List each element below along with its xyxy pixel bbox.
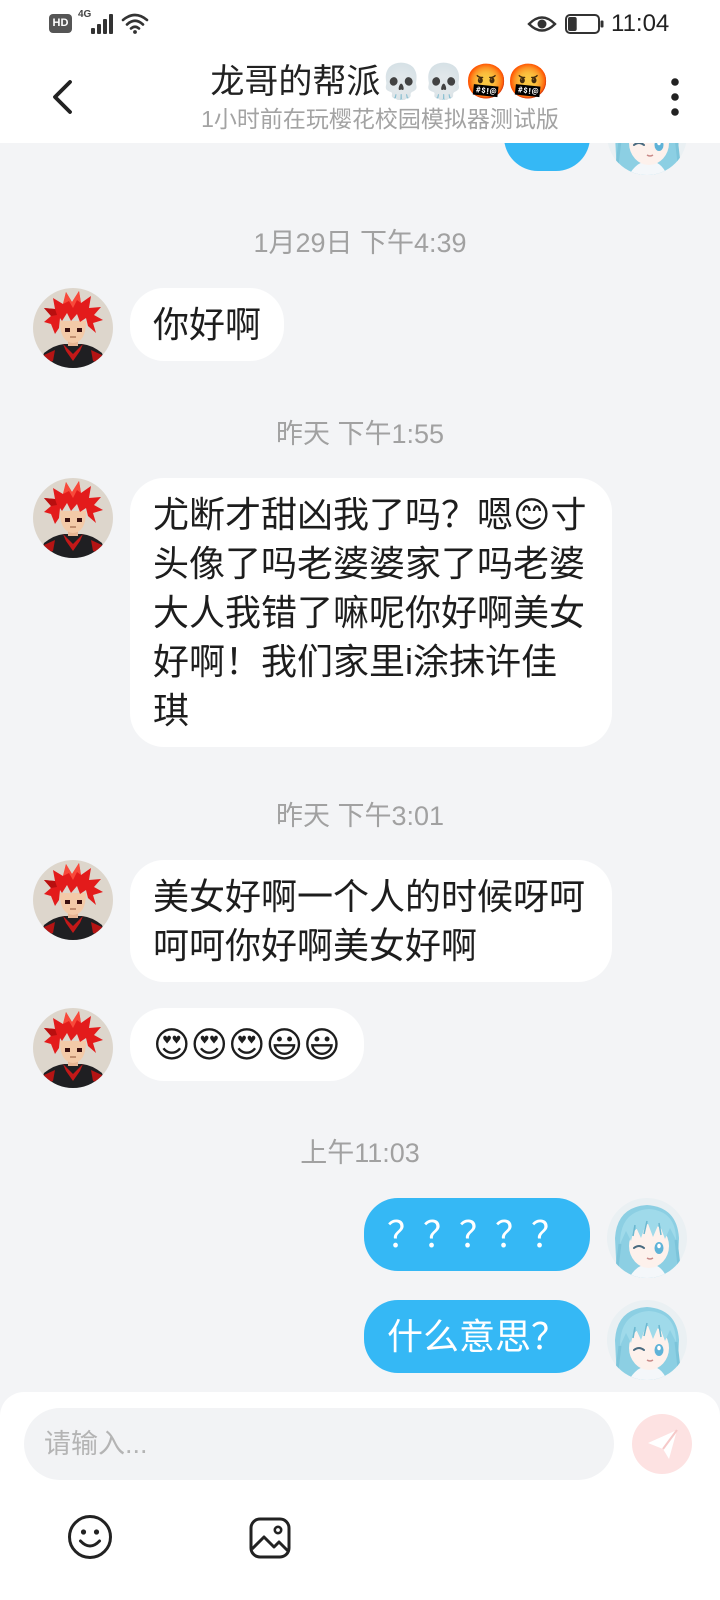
timestamp: 1月29日 下午4:39 xyxy=(253,228,467,258)
timestamp: 上午11:03 xyxy=(300,1138,420,1168)
title-block: 龙哥的帮派💀💀🤬🤬 1小时前在玩樱花校园模拟器测试版 xyxy=(140,51,620,143)
avatar[interactable] xyxy=(607,1300,687,1380)
status-time: 11:04 xyxy=(611,10,670,37)
image-button[interactable] xyxy=(248,1516,292,1560)
message-bubble[interactable]: 美女好啊一个人的时候呀呵呵呵你好啊美女好啊 xyxy=(130,860,612,982)
composer xyxy=(0,1392,720,1600)
emoji-button[interactable] xyxy=(67,1514,113,1560)
avatar-image xyxy=(607,143,687,175)
signal-bar xyxy=(103,19,107,34)
more-vertical-icon xyxy=(671,78,679,116)
signal-icon xyxy=(91,14,113,34)
image-icon xyxy=(249,1517,291,1559)
back-button[interactable] xyxy=(43,77,83,117)
message-text: 什么意思？ xyxy=(386,1316,567,1357)
message-text: ？？？？？ xyxy=(386,1214,567,1255)
battery-icon xyxy=(565,14,604,34)
signal-bar xyxy=(91,28,95,34)
smiley-icon xyxy=(68,1515,112,1559)
message-text: 美女好啊一个人的时候呀呵呵呵你好啊美女好啊 xyxy=(153,876,586,966)
avatar[interactable] xyxy=(33,288,113,368)
hd-badge: HD xyxy=(49,14,72,33)
network-label: 4G xyxy=(78,9,92,20)
message-bubble[interactable]: 什么意思？ xyxy=(363,1300,590,1373)
chat-area[interactable]: 1月29日 下午4:39 你好啊 昨天 下午1:55 尤断才甜凶我了吗？嗯😊寸头… xyxy=(0,143,720,1392)
chat-title: 龙哥的帮派💀💀🤬🤬 xyxy=(210,63,550,101)
avatar[interactable] xyxy=(33,860,113,940)
message-input-field[interactable] xyxy=(24,1408,614,1480)
avatar[interactable] xyxy=(607,1198,687,1278)
send-button[interactable] xyxy=(632,1414,692,1474)
message-bubble[interactable]: 尤断才甜凶我了吗？嗯😊寸头像了吗老婆婆家了吗老婆大人我错了嘛呢你好啊美女好啊！我… xyxy=(130,478,612,747)
message-text: 😍😍😍😃😃 xyxy=(153,1024,341,1065)
wifi-icon xyxy=(121,13,149,34)
message-bubble[interactable]: 😍😍😍😃😃 xyxy=(130,1008,364,1081)
message-input[interactable] xyxy=(24,1408,614,1480)
message-bubble[interactable] xyxy=(504,143,590,171)
message-bubble[interactable]: ？？？？？ xyxy=(363,1198,590,1271)
avatar-image xyxy=(33,288,113,368)
chat-header: 龙哥的帮派💀💀🤬🤬 1小时前在玩樱花校园模拟器测试版 xyxy=(0,51,720,143)
timestamp: 昨天 下午3:01 xyxy=(275,801,445,831)
more-button[interactable] xyxy=(655,77,695,117)
message-text: 尤断才甜凶我了吗？嗯😊寸头像了吗老婆婆家了吗老婆大人我错了嘛呢你好啊美女好啊！我… xyxy=(153,494,587,731)
phone-screen: HD 4G 11:04 龙哥的帮派💀💀🤬🤬 1小时前在玩樱花校园模拟器测试版 1… xyxy=(0,0,720,1600)
message-bubble[interactable]: 你好啊 xyxy=(130,288,285,361)
signal-bar xyxy=(97,24,101,34)
chat-subtitle: 1小时前在玩樱花校园模拟器测试版 xyxy=(201,106,559,132)
avatar-image xyxy=(33,478,113,558)
signal-bar xyxy=(109,14,113,34)
avatar[interactable] xyxy=(33,1008,113,1088)
avatar-image xyxy=(33,1008,113,1088)
paper-plane-icon xyxy=(648,1429,678,1459)
avatar[interactable] xyxy=(33,478,113,558)
chevron-left-icon xyxy=(53,80,72,114)
avatar-image xyxy=(607,1300,687,1380)
eye-icon xyxy=(527,16,557,32)
avatar[interactable] xyxy=(607,143,687,175)
status-bar: HD 4G 11:04 xyxy=(0,0,720,51)
message-text: 你好啊 xyxy=(153,304,262,345)
battery-fill xyxy=(568,17,577,31)
timestamp: 昨天 下午1:55 xyxy=(275,419,445,449)
avatar-image xyxy=(607,1198,687,1278)
avatar-image xyxy=(33,860,113,940)
